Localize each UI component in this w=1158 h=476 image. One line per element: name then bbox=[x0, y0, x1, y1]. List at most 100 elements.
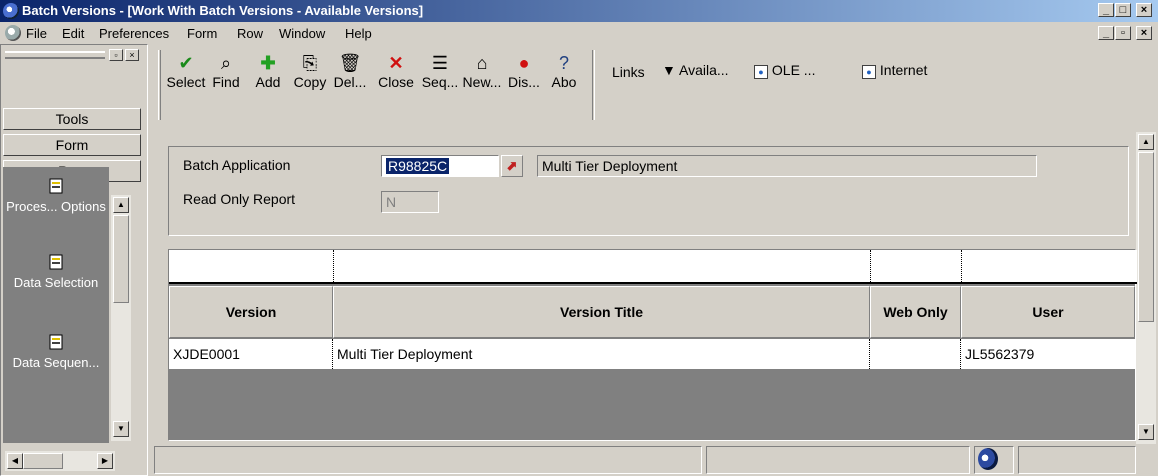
copy-button[interactable]: ⎘ Copy bbox=[290, 52, 330, 90]
chevron-down-icon: ▼ bbox=[662, 62, 676, 78]
left-pane: ▫ × Tools Form Row Proces... Options Dat… bbox=[0, 44, 148, 476]
find-button[interactable]: ⌕ Find bbox=[206, 52, 246, 90]
column-header-user[interactable]: User bbox=[961, 286, 1135, 338]
left-vertical-scrollbar[interactable]: ▲ ▼ bbox=[111, 195, 131, 441]
close-action-button[interactable]: ✕ Close bbox=[374, 52, 418, 90]
scroll-thumb[interactable] bbox=[113, 215, 129, 303]
display-button[interactable]: ● Dis... bbox=[504, 52, 544, 90]
query-by-example-row[interactable] bbox=[169, 250, 1137, 284]
close-button[interactable]: × bbox=[1136, 3, 1152, 17]
menu-edit[interactable]: Edit bbox=[62, 26, 84, 41]
scroll-up-button[interactable]: ▲ bbox=[113, 197, 129, 213]
select-button[interactable]: ✔ Select bbox=[166, 52, 206, 90]
qbe-divider bbox=[961, 250, 962, 284]
folder-icon: ⌂ bbox=[476, 53, 488, 73]
table-row[interactable]: XJDE0001 Multi Tier Deployment JL5562379 bbox=[169, 339, 1135, 369]
delete-button[interactable]: 🗑 Del... bbox=[330, 52, 370, 90]
list-item[interactable]: Data Sequen... bbox=[3, 333, 109, 372]
toolbar: ✔ Select ⌕ Find ✚ Add ⎘ Copy 🗑 Del... ✕ … bbox=[152, 44, 1158, 132]
batch-application-field[interactable]: R98825C bbox=[381, 155, 499, 177]
menu-preferences[interactable]: Preferences bbox=[99, 26, 169, 41]
read-only-label: Read Only Report bbox=[183, 191, 296, 207]
links-label: Links bbox=[612, 64, 645, 80]
tools-button[interactable]: Tools bbox=[3, 108, 141, 130]
scroll-down-button[interactable]: ▼ bbox=[113, 421, 129, 437]
globe-icon bbox=[978, 448, 998, 470]
scroll-thumb[interactable] bbox=[23, 453, 63, 469]
menu-file[interactable]: File bbox=[26, 26, 47, 41]
display-icon: ● bbox=[518, 53, 530, 73]
scroll-right-button[interactable]: ▶ bbox=[97, 453, 113, 469]
column-header-web-only[interactable]: Web Only bbox=[870, 286, 961, 338]
toolbar-separator bbox=[592, 50, 595, 120]
doc-close-button[interactable]: × bbox=[1136, 26, 1152, 40]
globe-doc-icon: ● bbox=[862, 65, 876, 79]
find-icon: ⌕ bbox=[220, 53, 232, 73]
column-header-version[interactable]: Version bbox=[169, 286, 333, 338]
maximize-button[interactable]: □ bbox=[1115, 3, 1131, 17]
minimize-button[interactable]: _ bbox=[1098, 3, 1114, 17]
status-panel-2 bbox=[706, 446, 970, 474]
left-horizontal-scrollbar[interactable]: ◀ ▶ bbox=[5, 451, 115, 471]
new-button[interactable]: ⌂ New... bbox=[462, 52, 502, 90]
trash-icon: 🗑 bbox=[338, 53, 362, 73]
pane-close-button[interactable]: × bbox=[125, 49, 139, 61]
document-icon[interactable] bbox=[5, 25, 21, 41]
cell-web-only bbox=[870, 339, 961, 369]
pane-restore-button[interactable]: ▫ bbox=[109, 49, 123, 61]
row-exit-list: Proces... Options Data Selection Data Se… bbox=[3, 167, 109, 443]
list-item[interactable]: Proces... Options bbox=[3, 177, 109, 216]
status-bar bbox=[152, 444, 1158, 476]
scroll-up-button[interactable]: ▲ bbox=[1138, 134, 1154, 150]
toolbar-grip bbox=[158, 50, 161, 120]
scroll-thumb[interactable] bbox=[1138, 152, 1154, 322]
menu-row[interactable]: Row bbox=[237, 26, 263, 41]
qbe-divider bbox=[333, 250, 334, 284]
scroll-down-button[interactable]: ▼ bbox=[1138, 424, 1154, 440]
visual-assist-icon[interactable]: ⬈ bbox=[501, 155, 523, 177]
qbe-divider bbox=[870, 250, 871, 284]
menu-window[interactable]: Window bbox=[279, 26, 325, 41]
ole-button[interactable]: ● OLE ... bbox=[754, 62, 815, 79]
menu-help[interactable]: Help bbox=[345, 26, 372, 41]
list-item-label: Data Selection bbox=[13, 275, 99, 290]
copy-icon: ⎘ bbox=[302, 53, 318, 73]
batch-application-value: R98825C bbox=[386, 158, 450, 174]
about-button[interactable]: ? Abo bbox=[544, 52, 584, 90]
batch-application-label: Batch Application bbox=[183, 157, 291, 173]
app-icon bbox=[3, 3, 19, 19]
title-bar: Batch Versions - [Work With Batch Versio… bbox=[0, 0, 1158, 22]
versions-grid: Version Version Title Web Only User XJDE… bbox=[168, 249, 1137, 441]
plus-icon: ✚ bbox=[260, 53, 276, 73]
main-vertical-scrollbar[interactable]: ▲ ▼ bbox=[1136, 132, 1156, 444]
batch-application-description: Multi Tier Deployment bbox=[537, 155, 1037, 177]
sequence-icon: ☰ bbox=[431, 53, 449, 73]
globe-doc-icon: ● bbox=[754, 65, 768, 79]
column-header-version-title[interactable]: Version Title bbox=[333, 286, 870, 338]
status-panel-main bbox=[154, 446, 702, 474]
close-icon: ✕ bbox=[388, 53, 404, 73]
cell-user: JL5562379 bbox=[965, 346, 1035, 362]
checkmark-icon: ✔ bbox=[178, 53, 194, 73]
help-pointer-icon: ? bbox=[558, 53, 569, 73]
list-item-label: Data Sequen... bbox=[12, 355, 100, 370]
read-only-field: N bbox=[381, 191, 439, 213]
cell-version-title: Multi Tier Deployment bbox=[333, 339, 870, 369]
status-panel-4 bbox=[1018, 446, 1136, 474]
menu-bar: File Edit Preferences Form Row Window He… bbox=[0, 22, 1158, 44]
cell-version: XJDE0001 bbox=[169, 339, 333, 369]
form-button[interactable]: Form bbox=[3, 134, 141, 156]
report-icon bbox=[49, 334, 63, 350]
doc-minimize-button[interactable]: _ bbox=[1098, 26, 1114, 40]
available-dropdown[interactable]: ▼ Availa... bbox=[662, 62, 729, 78]
list-item[interactable]: Data Selection bbox=[3, 253, 109, 292]
sequence-button[interactable]: ☰ Seq... bbox=[420, 52, 460, 90]
report-icon bbox=[49, 178, 63, 194]
internet-button[interactable]: ● Internet bbox=[862, 62, 927, 79]
scroll-left-button[interactable]: ◀ bbox=[7, 453, 23, 469]
doc-restore-button[interactable]: ▫ bbox=[1115, 26, 1131, 40]
menu-form[interactable]: Form bbox=[187, 26, 217, 41]
add-button[interactable]: ✚ Add bbox=[248, 52, 288, 90]
pane-grip[interactable] bbox=[5, 51, 105, 59]
header-form: Batch Application R98825C ⬈ Multi Tier D… bbox=[168, 146, 1129, 236]
